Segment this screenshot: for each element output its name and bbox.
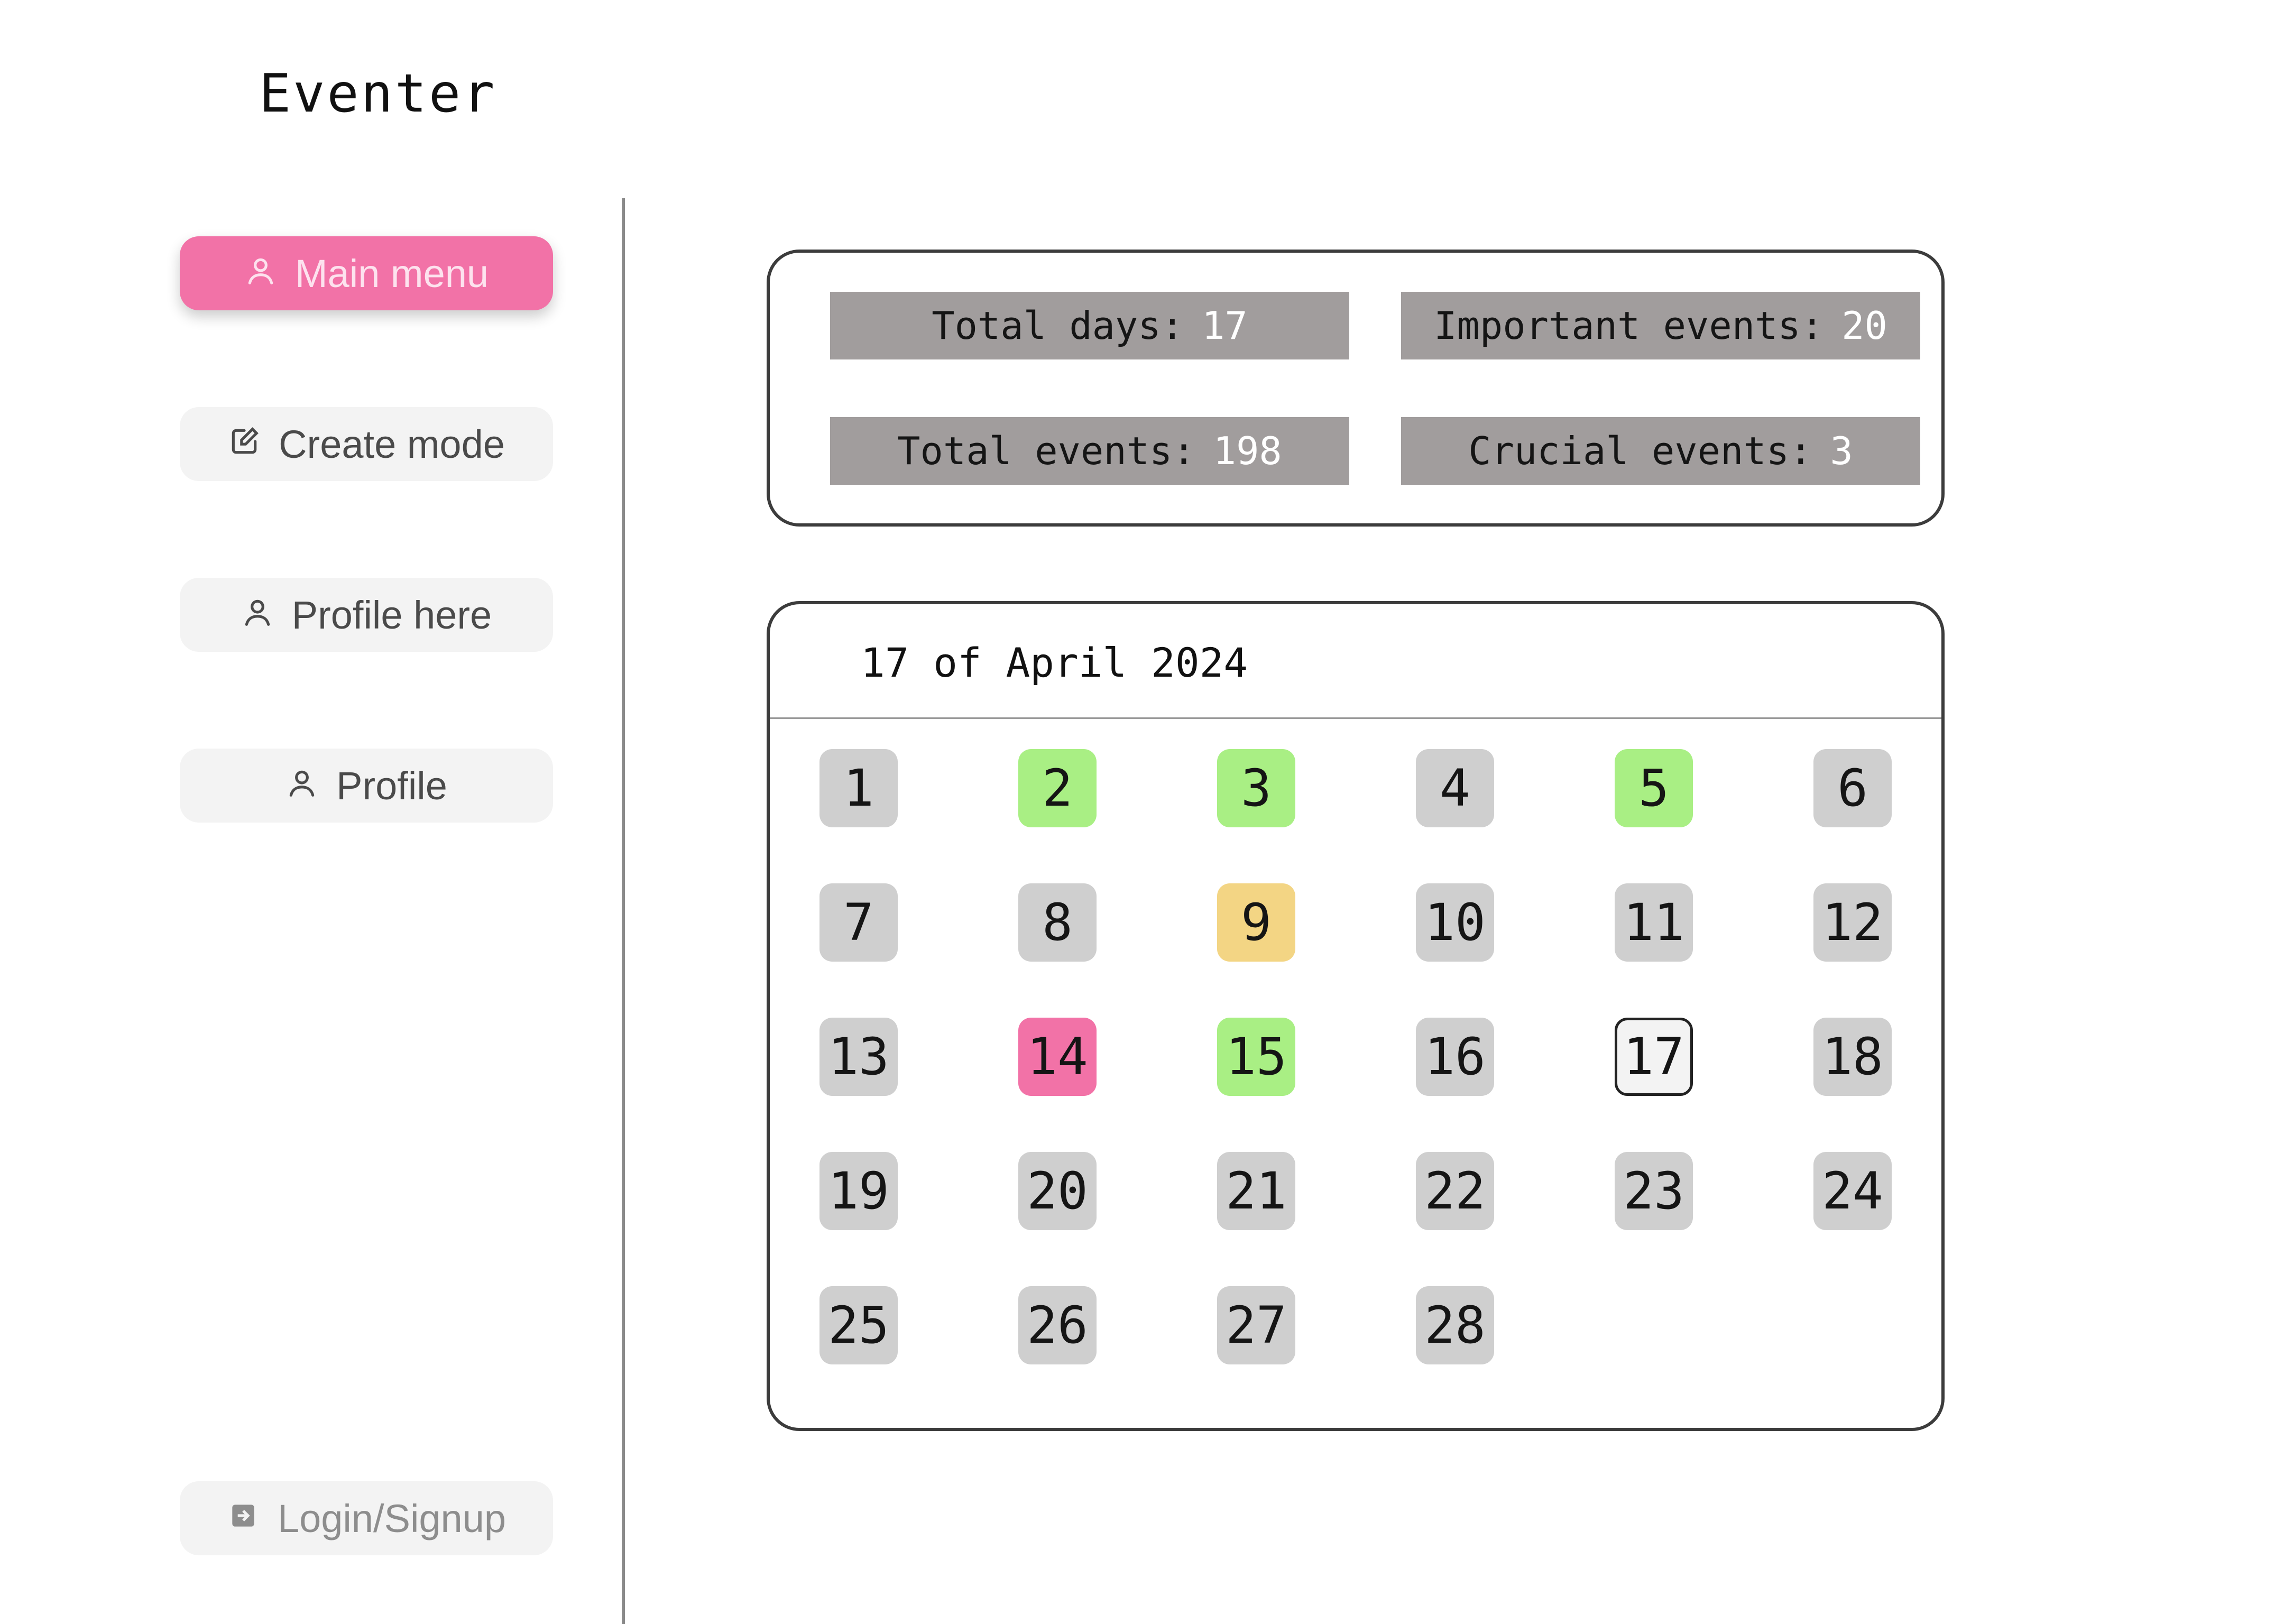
stat-label: Important events: xyxy=(1434,303,1824,348)
calendar-day-21[interactable]: 21 xyxy=(1217,1152,1295,1230)
calendar-separator xyxy=(770,717,1941,719)
login-icon xyxy=(227,1496,260,1541)
calendar-day-1[interactable]: 1 xyxy=(819,749,898,827)
stats-card: Total days: 17 Important events: 20 Tota… xyxy=(767,250,1945,527)
calendar-day-20[interactable]: 20 xyxy=(1018,1152,1097,1230)
calendar-day-14[interactable]: 14 xyxy=(1018,1018,1097,1096)
login-label: Login/Signup xyxy=(277,1496,506,1540)
calendar-day-22[interactable]: 22 xyxy=(1416,1152,1494,1230)
calendar-card: 17 of April 2024 1 2 3 4 5 6 7 8 9 10 11 12 13 14 15 16… xyxy=(767,601,1945,1431)
stat-crucial-events: Crucial events: 3 xyxy=(1401,417,1920,485)
nav-create-mode-button[interactable]: Create mode xyxy=(180,407,553,481)
calendar-day-3[interactable]: 3 xyxy=(1217,749,1295,827)
stat-value: 198 xyxy=(1213,429,1282,473)
login-signup-button[interactable]: Login/Signup xyxy=(180,1481,553,1555)
calendar-day-25[interactable]: 25 xyxy=(819,1286,898,1364)
calendar-day-16[interactable]: 16 xyxy=(1416,1018,1494,1096)
calendar-day-10[interactable]: 10 xyxy=(1416,883,1494,962)
calendar-day-19[interactable]: 19 xyxy=(819,1152,898,1230)
edit-icon xyxy=(228,422,261,467)
calendar-day-24[interactable]: 24 xyxy=(1813,1152,1892,1230)
stat-important-events: Important events: 20 xyxy=(1401,292,1920,359)
calendar-day-6[interactable]: 6 xyxy=(1813,749,1892,827)
nav-main-menu-button[interactable]: Main menu xyxy=(180,236,553,310)
calendar-day-5[interactable]: 5 xyxy=(1615,749,1693,827)
calendar-day-9[interactable]: 9 xyxy=(1217,883,1295,962)
calendar-day-15[interactable]: 15 xyxy=(1217,1018,1295,1096)
nav-profile-button[interactable]: Profile xyxy=(180,749,553,823)
stat-label: Total events: xyxy=(897,429,1195,473)
nav-label: Create mode xyxy=(279,422,505,466)
sidebar-divider xyxy=(622,198,625,1624)
calendar-day-8[interactable]: 8 xyxy=(1018,883,1097,962)
nav-profile-here-button[interactable]: Profile here xyxy=(180,578,553,652)
app-title: Eventer xyxy=(259,62,497,124)
calendar-date-header: 17 of April 2024 xyxy=(861,639,1248,686)
calendar-day-4[interactable]: 4 xyxy=(1416,749,1494,827)
calendar-day-12[interactable]: 12 xyxy=(1813,883,1892,962)
stat-total-days: Total days: 17 xyxy=(830,292,1349,359)
calendar-day-13[interactable]: 13 xyxy=(819,1018,898,1096)
calendar-day-27[interactable]: 27 xyxy=(1217,1286,1295,1364)
stat-value: 3 xyxy=(1830,429,1853,473)
user-icon xyxy=(286,763,318,808)
calendar-day-28[interactable]: 28 xyxy=(1416,1286,1494,1364)
calendar-day-2[interactable]: 2 xyxy=(1018,749,1097,827)
stat-value: 17 xyxy=(1202,303,1248,348)
nav-label: Profile xyxy=(336,763,447,808)
stat-label: Total days: xyxy=(932,303,1184,348)
stat-total-events: Total events: 198 xyxy=(830,417,1349,485)
calendar-day-11[interactable]: 11 xyxy=(1615,883,1693,962)
calendar-day-23[interactable]: 23 xyxy=(1615,1152,1693,1230)
user-icon xyxy=(244,251,277,296)
stat-label: Crucial events: xyxy=(1468,429,1812,473)
calendar-day-18[interactable]: 18 xyxy=(1813,1018,1892,1096)
calendar-day-7[interactable]: 7 xyxy=(819,883,898,962)
calendar-day-17[interactable]: 17 xyxy=(1615,1018,1693,1096)
nav-label: Main menu xyxy=(294,251,489,296)
calendar-day-26[interactable]: 26 xyxy=(1018,1286,1097,1364)
nav-label: Profile here xyxy=(291,593,492,637)
user-icon xyxy=(241,593,274,638)
stat-value: 20 xyxy=(1841,303,1887,348)
